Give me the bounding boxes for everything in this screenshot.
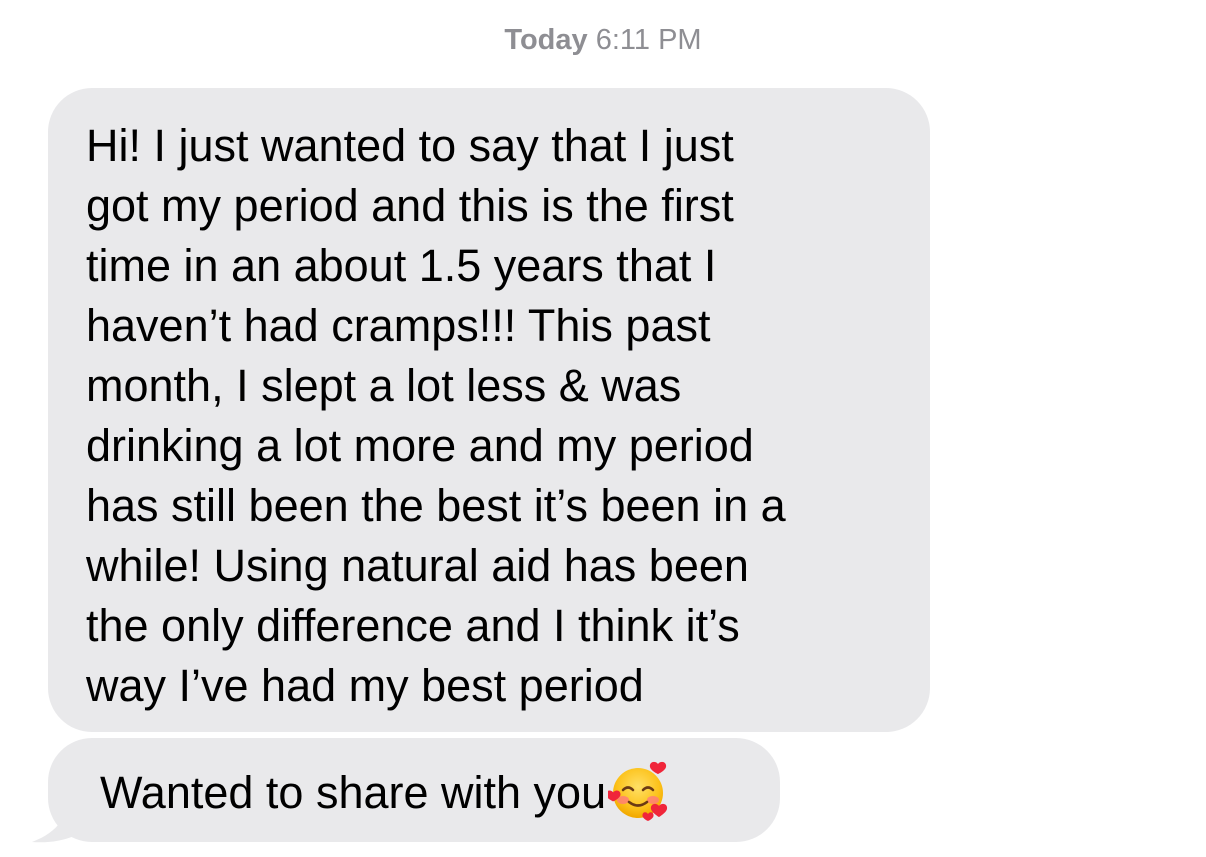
message-line: month, I slept a lot less & was <box>86 360 682 411</box>
smiling-face-with-hearts-icon <box>608 761 668 821</box>
message-line: got my period and this is the first <box>86 180 734 231</box>
message-line: while! Using natural aid has been <box>86 540 749 591</box>
message-bubble-received[interactable]: Wanted to share with you <box>48 738 780 842</box>
timestamp-day: Today <box>504 24 588 56</box>
message-text: Wanted to share with you <box>100 767 607 818</box>
message-bubble-received[interactable]: Hi! I just wanted to say that I just got… <box>48 88 930 732</box>
message-line: Hi! I just wanted to say that I just <box>86 120 734 171</box>
conversation-timestamp: Today 6:11 PM <box>0 22 1206 58</box>
message-line: time in an about 1.5 years that I <box>86 240 717 291</box>
timestamp-time: 6:11 PM <box>595 24 702 56</box>
message-line: haven’t had cramps!!! This past <box>86 300 711 351</box>
message-line: the only difference and I think it’s <box>86 600 740 651</box>
message-line: has still been the best it’s been in a <box>86 480 786 531</box>
message-line: way I’ve had my best period <box>86 660 644 711</box>
message-line: drinking a lot more and my period <box>86 420 754 471</box>
